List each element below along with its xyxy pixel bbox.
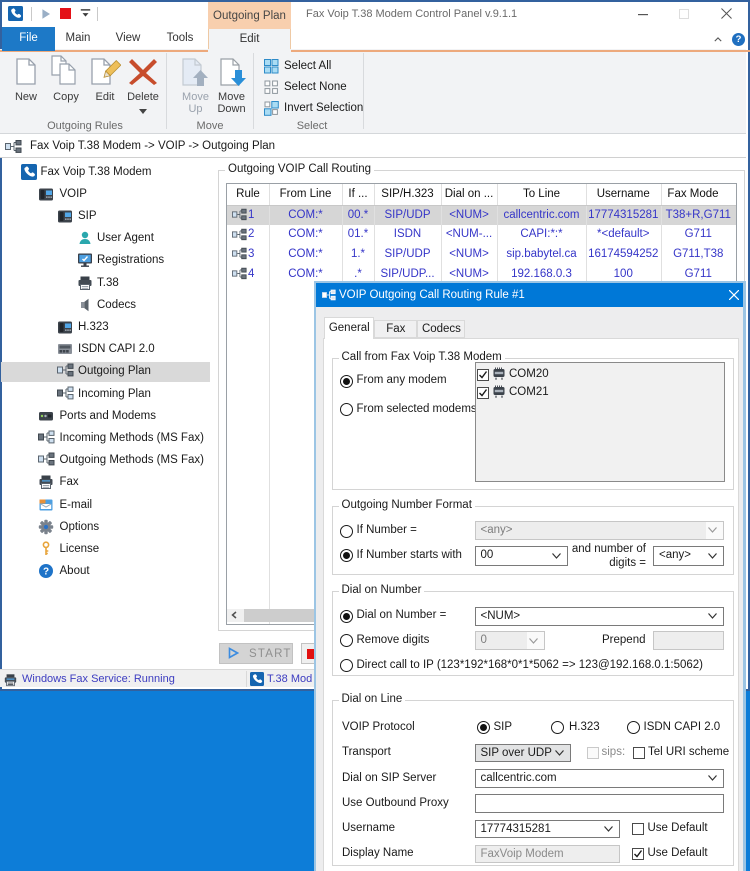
svg-text:?: ? [43,567,49,578]
